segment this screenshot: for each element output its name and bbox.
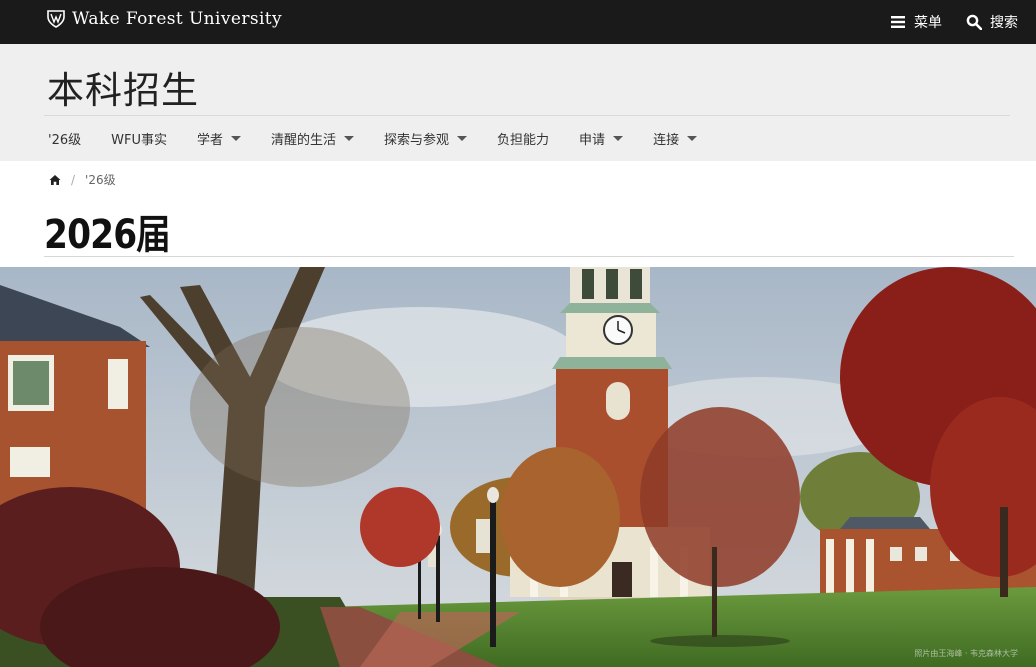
chevron-down-icon xyxy=(344,135,355,141)
nav-item-label: 探索与参观 xyxy=(384,132,450,148)
menu-button[interactable]: 菜单 xyxy=(890,12,942,32)
nav-item-label: 连接 xyxy=(653,132,680,148)
search-label: 搜索 xyxy=(990,15,1018,31)
university-logo[interactable]: Wake Forest University xyxy=(46,9,282,29)
nav-item-affordability[interactable]: 负担能力 xyxy=(497,129,549,148)
menu-label: 菜单 xyxy=(914,15,942,31)
breadcrumb: / '26级 xyxy=(49,171,116,188)
main-nav: '26级 WFU事实 学者 清醒的生活 探索与参观 负担能力 申请 连接 xyxy=(48,128,727,148)
campus-photo xyxy=(0,267,1036,667)
hero-image: 照片由王海峰 · 韦克森林大学 xyxy=(0,267,1036,667)
nav-item-apply[interactable]: 申请 xyxy=(579,129,624,148)
nav-item-label: 学者 xyxy=(196,132,223,148)
nav-item-connect[interactable]: 连接 xyxy=(653,129,698,148)
home-icon[interactable] xyxy=(49,174,61,186)
nav-item-explore-visit[interactable]: 探索与参观 xyxy=(384,129,468,148)
chevron-down-icon xyxy=(613,135,624,141)
title-divider xyxy=(44,256,1014,257)
university-name: Wake Forest University xyxy=(72,9,283,29)
photo-credit: 照片由王海峰 · 韦克森林大学 xyxy=(914,649,1018,658)
nav-item-label: 清醒的生活 xyxy=(271,132,337,148)
search-icon xyxy=(966,14,982,30)
page-title: 2026届 xyxy=(44,212,171,258)
nav-item-label: '26级 xyxy=(48,132,82,148)
site-header: 本科招生 '26级 WFU事实 学者 清醒的生活 探索与参观 负担能力 申请 连… xyxy=(0,44,1036,161)
top-bar: Wake Forest University 菜单 搜索 xyxy=(0,0,1036,44)
nav-item-class-of-26[interactable]: '26级 xyxy=(48,129,81,148)
chevron-down-icon xyxy=(457,135,468,141)
site-title[interactable]: 本科招生 xyxy=(47,60,199,114)
nav-item-label: 申请 xyxy=(579,132,606,148)
chevron-down-icon xyxy=(687,135,698,141)
nav-item-student-life[interactable]: 清醒的生活 xyxy=(271,129,355,148)
breadcrumb-separator: / xyxy=(71,172,76,187)
nav-item-wfu-facts[interactable]: WFU事实 xyxy=(111,129,167,148)
search-button[interactable]: 搜索 xyxy=(966,12,1018,32)
shield-logo-icon xyxy=(47,10,65,28)
breadcrumb-current: '26级 xyxy=(85,173,116,187)
nav-item-academics[interactable]: 学者 xyxy=(197,129,241,148)
hamburger-menu-icon xyxy=(891,16,905,28)
nav-item-label: 负担能力 xyxy=(497,132,550,148)
header-divider xyxy=(44,115,1010,116)
chevron-down-icon xyxy=(231,135,241,141)
nav-item-label: WFU事实 xyxy=(111,132,167,148)
